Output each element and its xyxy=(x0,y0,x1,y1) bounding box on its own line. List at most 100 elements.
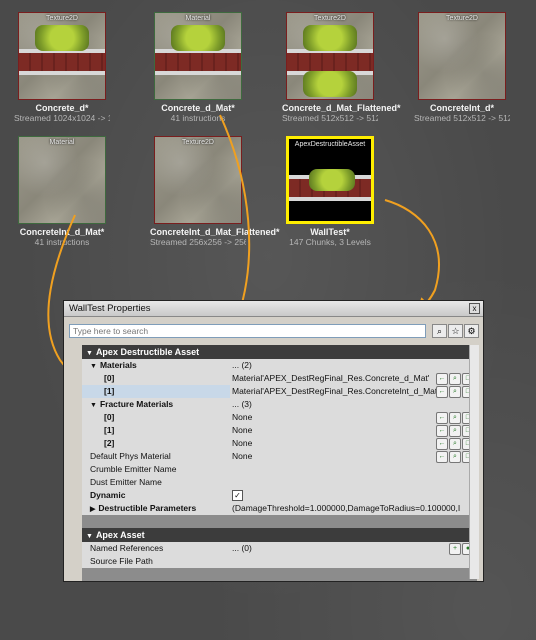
browse-icon[interactable]: ⌕ xyxy=(449,438,461,450)
properties-window: WallTest Properties x ⌕ ☆ ⚙ ▼Apex Destru… xyxy=(63,300,484,582)
brick-graphic xyxy=(155,53,241,71)
property-key: Crumble Emitter Name xyxy=(82,463,230,476)
property-row[interactable]: ▼ Fracture Materials... (3) xyxy=(82,398,477,411)
property-value[interactable]: ... (0) xyxy=(232,542,477,555)
property-key-label: Named References xyxy=(90,543,164,553)
property-key-label: Destructible Parameters xyxy=(98,503,197,513)
property-value-text: (DamageThreshold=1.000000,DamageToRadius… xyxy=(232,503,461,513)
asset-info: Streamed 256x256 -> 256x2... xyxy=(150,237,246,247)
property-value[interactable]: ... (3) xyxy=(232,398,477,411)
asset-thumbnail[interactable]: Texture2D xyxy=(154,136,242,224)
property-key: Named References xyxy=(82,542,230,555)
property-row[interactable]: ▼ Materials... (2) xyxy=(82,359,477,372)
moss-graphic xyxy=(35,25,89,51)
property-key-label: [1] xyxy=(104,386,115,396)
search-icon[interactable]: ⌕ xyxy=(432,324,447,338)
browse-icon[interactable]: ⌕ xyxy=(449,386,461,398)
asset-kind-label: Texture2D xyxy=(182,139,214,146)
property-value[interactable]: ... (2) xyxy=(232,359,477,372)
property-key-label: Materials xyxy=(99,360,137,370)
asset-name: ConcreteInt_d_Mat* xyxy=(19,227,105,237)
browse-icon[interactable]: ⌕ xyxy=(449,373,461,385)
property-value[interactable]: ✓ xyxy=(232,489,477,502)
favorites-icon[interactable]: ☆ xyxy=(448,324,463,338)
use-selected-icon[interactable]: ← xyxy=(436,451,448,463)
asset-name: ConcreteInt_d_Mat_Flattened* xyxy=(150,227,280,237)
property-row[interactable]: [1] None ← ⌕ □ xyxy=(82,424,477,437)
asset-tile[interactable]: Material Concrete_d_Mat* 41 instructions xyxy=(150,12,246,123)
property-row[interactable]: [1] Material'APEX_DestRegFinal_Res.Concre… xyxy=(82,385,477,398)
property-row[interactable]: ▶ Destructible Parameters (DamageThreshold… xyxy=(82,502,477,515)
property-row[interactable]: Dynamic ✓ xyxy=(82,489,477,502)
asset-kind-label: Material xyxy=(49,139,75,146)
property-value-text: Material'APEX_DestRegFinal_Res.ConcreteI… xyxy=(232,386,439,396)
property-key-label: Default Phys Material xyxy=(90,451,171,461)
asset-thumbnail[interactable]: Material xyxy=(18,136,106,224)
property-key-label: Fracture Materials xyxy=(99,399,174,409)
asset-thumbnail[interactable]: ApexDestructibleAsset xyxy=(286,136,374,224)
property-value-text: None xyxy=(232,425,253,435)
search-row: ⌕ ☆ ⚙ xyxy=(69,324,480,340)
close-icon[interactable]: x xyxy=(469,303,480,314)
asset-thumbnail[interactable]: Texture2D xyxy=(418,12,506,100)
section-header-apex-asset[interactable]: ▼ Apex Asset xyxy=(82,528,477,542)
asset-thumbnail[interactable]: Material xyxy=(154,12,242,100)
asset-tile[interactable]: Texture2D ConcreteInt_d* Streamed 512x512 … xyxy=(414,12,510,123)
browse-icon[interactable]: ⌕ xyxy=(449,451,461,463)
property-row[interactable]: [2] None ← ⌕ □ xyxy=(82,437,477,450)
use-selected-icon[interactable]: ← xyxy=(436,438,448,450)
property-row[interactable]: [0] Material'APEX_DestRegFinal_Res.Concre… xyxy=(82,372,477,385)
property-value-text: ... (2) xyxy=(232,360,252,370)
property-key: [1] xyxy=(82,424,230,437)
asset-thumbnail[interactable]: Texture2D xyxy=(286,12,374,100)
property-row[interactable]: Dust Emitter Name xyxy=(82,476,477,489)
browse-icon[interactable]: ⌕ xyxy=(449,412,461,424)
asset-tile[interactable]: Texture2D ConcreteInt_d_Mat_Flattened* Str… xyxy=(150,136,280,247)
property-value-text: None xyxy=(232,451,253,461)
section-header-apex-destructible-asset[interactable]: ▼ Apex Destructible Asset xyxy=(82,345,477,359)
property-key: ▼ Materials xyxy=(82,359,230,373)
use-selected-icon[interactable]: ← xyxy=(436,373,448,385)
asset-kind-label: Texture2D xyxy=(46,15,78,22)
asset-name: Concrete_d* xyxy=(35,103,89,113)
use-selected-icon[interactable]: ← xyxy=(436,412,448,424)
asset-name: ConcreteInt_d* xyxy=(429,103,494,113)
property-key-label: Crumble Emitter Name xyxy=(90,464,177,474)
arrow-walltest-properties xyxy=(384,199,440,315)
browse-icon[interactable]: ⌕ xyxy=(449,425,461,437)
asset-kind-label: Material xyxy=(185,15,211,22)
use-selected-icon[interactable]: ← xyxy=(436,425,448,437)
asset-tile[interactable]: Material ConcreteInt_d_Mat* 41 instruction… xyxy=(14,136,110,247)
asset-info: 41 instructions xyxy=(34,237,90,247)
property-key: Dust Emitter Name xyxy=(82,476,230,489)
asset-name: Concrete_d_Mat* xyxy=(161,103,235,113)
asset-tile[interactable]: Texture2D Concrete_d* Streamed 1024x1024 -… xyxy=(14,12,110,123)
settings-icon[interactable]: ⚙ xyxy=(464,324,479,338)
property-row[interactable]: Named References... (0) + ● xyxy=(82,542,477,555)
property-value-text: ... (0) xyxy=(232,543,252,553)
property-row[interactable]: Default Phys Material None ← ⌕ □ xyxy=(82,450,477,463)
dynamic-checkbox[interactable]: ✓ xyxy=(232,490,243,502)
use-selected-icon[interactable]: ← xyxy=(436,386,448,398)
property-value[interactable]: (DamageThreshold=1.000000,DamageToRadius… xyxy=(232,502,477,515)
asset-tile[interactable]: ApexDestructibleAsset WallTest* 147 Chunks… xyxy=(282,136,378,247)
property-row[interactable]: Source File Path xyxy=(82,555,477,568)
property-value-text: None xyxy=(232,412,253,422)
property-key-label: Dynamic xyxy=(90,490,126,500)
section-spacer xyxy=(82,515,477,528)
property-key: Dynamic xyxy=(82,489,230,502)
asset-info: Streamed 512x512 -> 512x5... xyxy=(414,113,510,123)
property-value-text: ... (3) xyxy=(232,399,252,409)
add-icon[interactable]: + xyxy=(449,543,461,555)
search-input[interactable] xyxy=(69,324,426,338)
vertical-scrollbar[interactable] xyxy=(469,345,479,579)
asset-tile[interactable]: Texture2D Concrete_d_Mat_Flattened* Stream… xyxy=(282,12,401,123)
section-spacer xyxy=(82,568,477,581)
asset-kind-label: ApexDestructibleAsset xyxy=(294,141,366,148)
brick-graphic xyxy=(19,53,105,71)
moss-graphic xyxy=(309,169,355,191)
property-key: [0] xyxy=(82,372,230,385)
property-row[interactable]: [0] None ← ⌕ □ xyxy=(82,411,477,424)
asset-thumbnail[interactable]: Texture2D xyxy=(18,12,106,100)
property-row[interactable]: Crumble Emitter Name xyxy=(82,463,477,476)
